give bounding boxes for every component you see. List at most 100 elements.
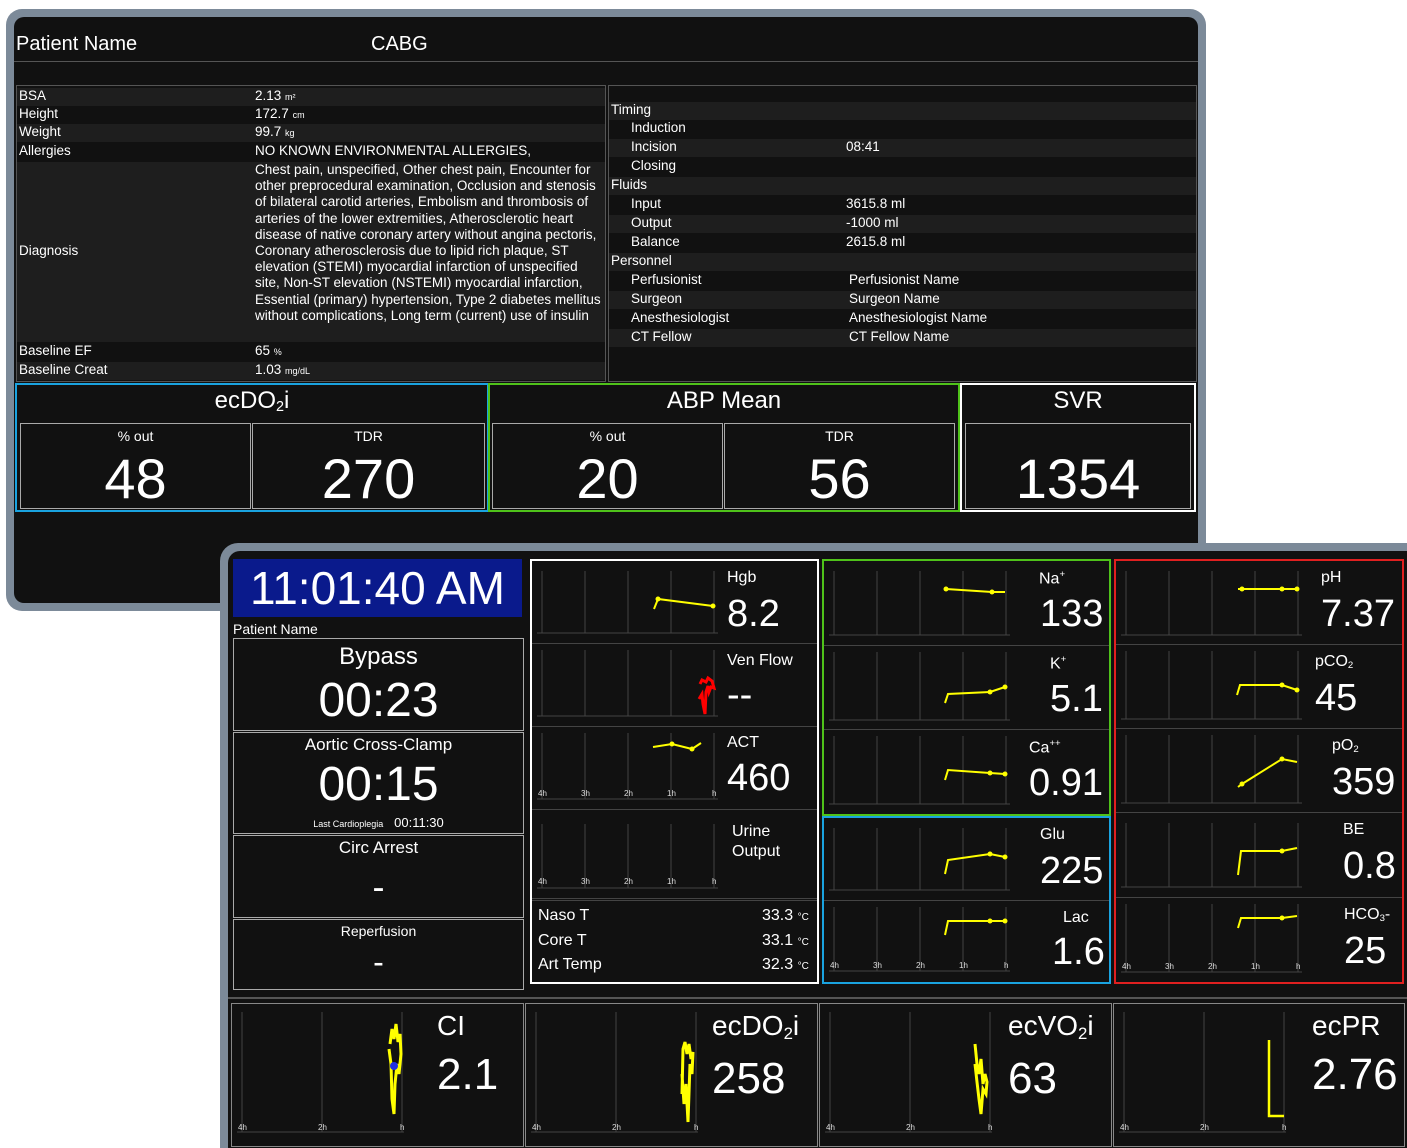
hemo-panel: Hgb 8.2 Ven Flow -- 4h 3h 2h 1h h ACT 460 (530, 559, 819, 984)
art-value: 32.3 (762, 956, 794, 973)
diagnosis-label: Diagnosis (19, 243, 79, 258)
balance-label: Balance (631, 234, 680, 249)
allergies-row: Allergies NO KNOWN ENVIRONMENTAL ALLERGI… (17, 143, 605, 161)
svr-value: 1354 (1015, 447, 1141, 510)
lac-value: 1.6 (1052, 931, 1105, 973)
ecdo2i-tick-h: h (694, 1123, 698, 1132)
pco2-cell: pCO2 45 (1116, 645, 1402, 729)
bypass-timer: Bypass 00:23 (233, 638, 524, 731)
cross-clamp-timer: Aortic Cross-Clamp 00:15 Last Cardiopleg… (233, 732, 524, 834)
core-value: 33.1 (762, 932, 794, 949)
height-row: Height 172.7 cm (17, 106, 605, 124)
hgb-cell: Hgb 8.2 (532, 561, 817, 644)
output-label: Output (631, 215, 672, 230)
act-value: 460 (727, 757, 791, 799)
ca-label: Ca (1029, 739, 1050, 757)
glu-value: 225 (1040, 850, 1104, 892)
ca-line (944, 768, 1006, 781)
bsa-unit: m² (285, 92, 296, 102)
act-cell: 4h 3h 2h 1h h ACT 460 (532, 727, 817, 810)
pco2-label: pCO (1315, 653, 1348, 670)
anesthesiologist-row: Anesthesiologist Anesthesiologist Name (609, 310, 1196, 328)
svr-title: SVR (1053, 387, 1103, 414)
output-row: Output -1000 ml (609, 215, 1196, 233)
personnel-label: Personnel (611, 253, 672, 268)
act-tick-h: h (712, 789, 716, 798)
closing-label: Closing (631, 158, 677, 173)
ecpr-label: ecPR (1312, 1010, 1381, 1041)
surgeon-value: Surgeon Name (849, 291, 940, 306)
timing-label: Timing (611, 102, 652, 117)
height-label: Height (19, 106, 59, 121)
patient-info-table: BSA 2.13 m² Height 172.7 cm Weight 99.7 … (16, 85, 606, 382)
section-divider (228, 997, 1407, 999)
fellow-row: CT Fellow CT Fellow Name (609, 329, 1196, 347)
act-tick-4h: 4h (538, 789, 547, 798)
ecvo2i-trend-panel: 4h 2h h ecVO2i 63 (819, 1003, 1112, 1147)
perfusionist-row: Perfusionist Perfusionist Name (609, 272, 1196, 290)
balance-row: Balance 2615.8 ml (609, 234, 1196, 252)
ecdo2i-pct-value: 48 (104, 447, 167, 510)
art-label: Art Temp (538, 956, 602, 973)
hco3-line (1237, 915, 1298, 929)
pco2-trend (1121, 651, 1302, 720)
ecdo2i-tdr-cell: TDR 270 (252, 423, 485, 510)
ecpr-tick-2h: 2h (1200, 1123, 1209, 1132)
be-value: 0.8 (1343, 845, 1396, 887)
incision-label: Incision (631, 139, 677, 154)
na-value: 133 (1040, 593, 1104, 635)
hgb-value: 8.2 (727, 593, 780, 635)
urine-tick-1h: 1h (667, 877, 676, 886)
art-unit: °C (797, 961, 809, 972)
input-value: 3615.8 ml (846, 196, 906, 211)
act-tick-1h: 1h (667, 789, 676, 798)
ecdo2i-title: ecDO (214, 387, 276, 414)
clock: 11:01:40 AM (233, 559, 522, 617)
abp-tdr-label: TDR (825, 428, 854, 444)
ecpr-line (1267, 1040, 1284, 1118)
na-cell: Na+ 133 (824, 561, 1109, 646)
urine-tick-3h: 3h (581, 877, 590, 886)
summary-header: Patient Name CABG (14, 17, 1198, 62)
ecvo2i-line (973, 1043, 989, 1115)
naso-value: 33.3 (762, 907, 794, 924)
creat-label: Baseline Creat (19, 362, 108, 377)
urine-tick-4h: 4h (538, 877, 547, 886)
circ-arrest-value: - (372, 866, 385, 907)
na-label: Na (1039, 570, 1060, 588)
timing-row: Timing (609, 102, 1196, 120)
ph-cell: pH 7.37 (1116, 561, 1402, 645)
perfusionist-label: Perfusionist (631, 272, 702, 287)
anesthesiologist-label: Anesthesiologist (631, 310, 730, 325)
glu-cell: Glu 225 (824, 818, 1109, 901)
ecpr-value: 2.76 (1312, 1050, 1398, 1099)
circ-arrest-label: Circ Arrest (338, 838, 419, 857)
bsa-value: 2.13 (255, 88, 282, 103)
lac-tick-3h: 3h (873, 961, 882, 970)
reperfusion-timer: Reperfusion - (233, 919, 524, 990)
monitor-window: 11:01:40 AM Patient Name Bypass 00:23 Ao… (220, 543, 1407, 1148)
ca-cell: Ca++ 0.91 (824, 730, 1109, 814)
ci-label: CI (437, 1010, 465, 1041)
perfusionist-value: Perfusionist Name (849, 272, 960, 287)
height-value: 172.7 (255, 106, 289, 121)
diagnosis-row: Diagnosis Chest pain, unspecified, Other… (17, 162, 605, 342)
lac-tick-h: h (1004, 961, 1008, 970)
metabolic-panel: Glu 225 4h 3h 2h 1h h Lac 1.6 (822, 816, 1111, 984)
ecvo2i-value: 63 (1008, 1054, 1057, 1103)
patient-name: Patient Name (16, 33, 138, 55)
ecdo2i-trend-panel: 4h 2h h ecDO2i 258 (525, 1003, 818, 1147)
personnel-row: Personnel (609, 253, 1196, 271)
ecdo2i-metric: ecDO2i % out 48 TDR 270 (15, 383, 489, 512)
abp-tdr-cell: TDR 56 (724, 423, 955, 510)
hgb-label: Hgb (727, 569, 757, 586)
temps-cell: Naso T 33.3 °C Core T 33.1 °C Art Temp 3… (532, 900, 817, 983)
allergies-value: NO KNOWN ENVIRONMENTAL ALLERGIES, (255, 143, 532, 158)
hco3-tick-4h: 4h (1122, 962, 1131, 971)
anesthesiologist-value: Anesthesiologist Name (849, 310, 988, 325)
ef-unit: % (273, 347, 282, 357)
svr-cell: 1354 (965, 423, 1191, 510)
venflow-label: Ven Flow (727, 652, 793, 669)
patient-name-label: Patient Name (233, 621, 318, 637)
balance-value: 2615.8 ml (846, 234, 906, 249)
